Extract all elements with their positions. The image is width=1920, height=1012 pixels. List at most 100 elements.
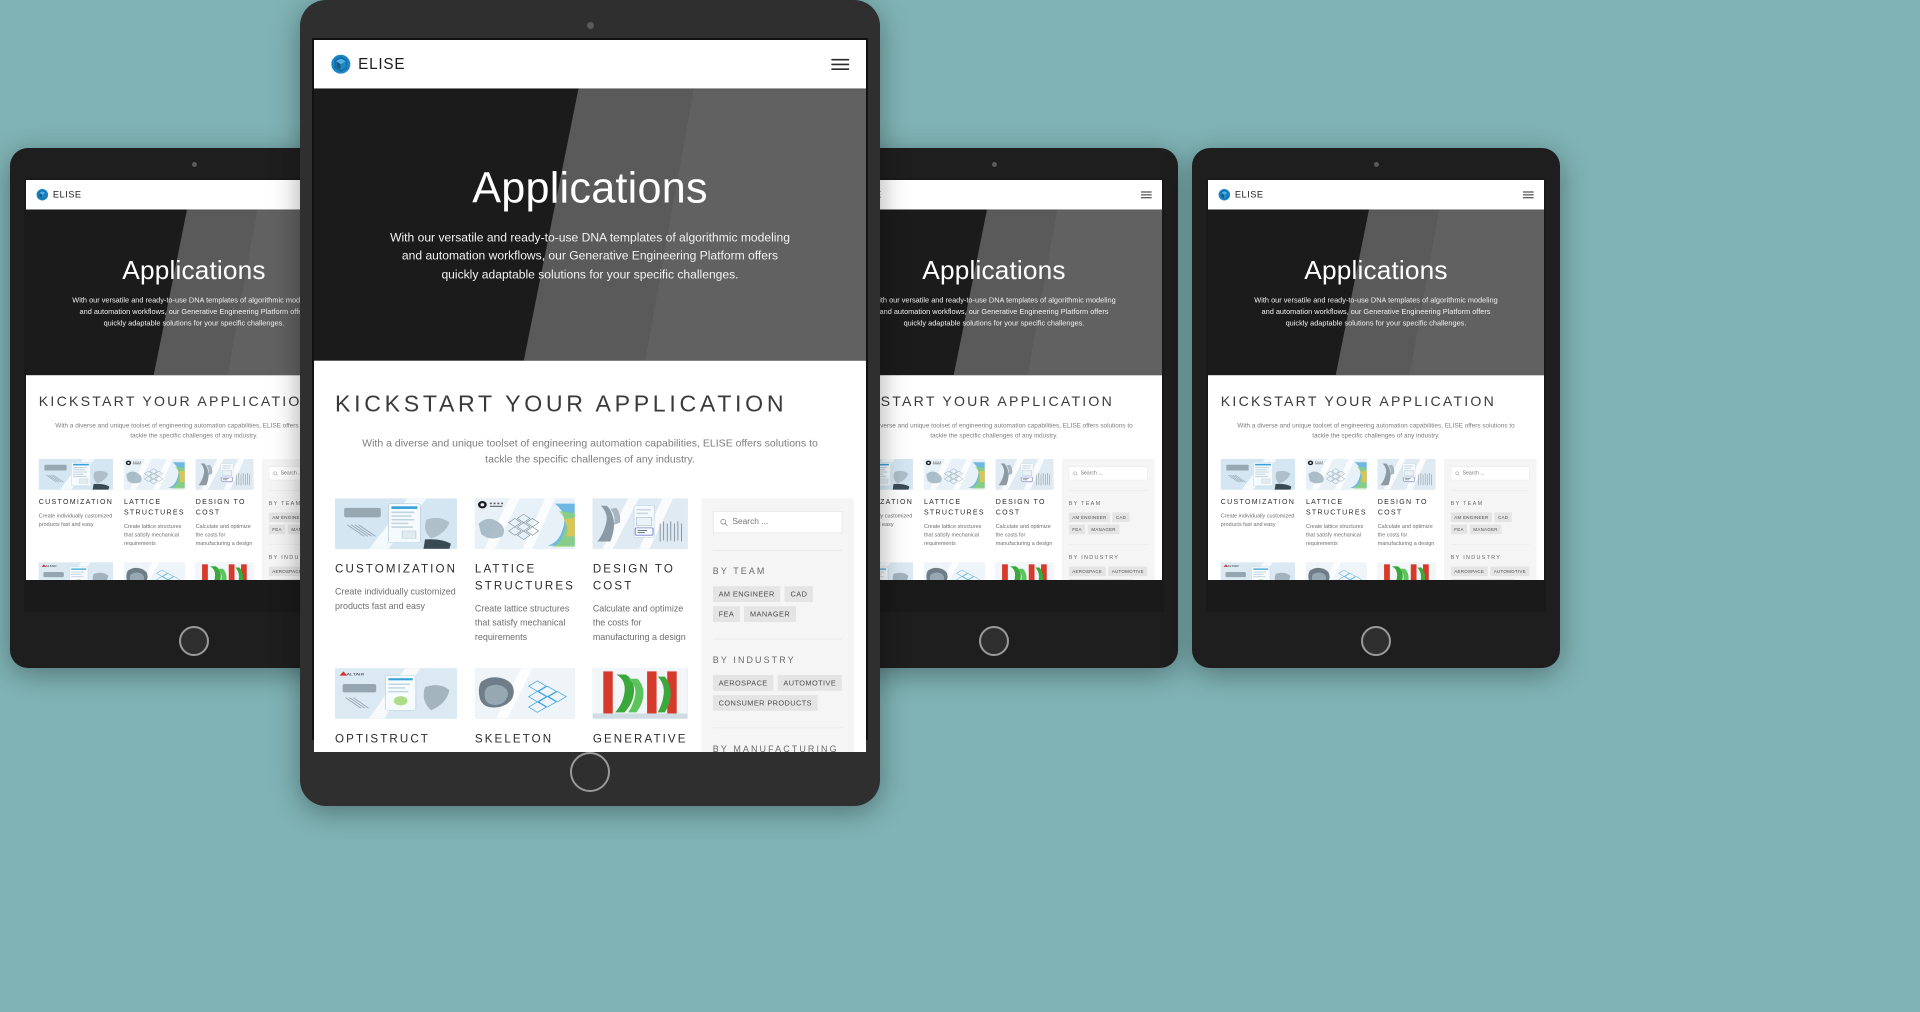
page-title: Applications — [922, 255, 1066, 285]
brand-logo-link[interactable]: ELISE — [1218, 188, 1263, 201]
divider — [712, 638, 843, 640]
application-card[interactable]: LATTICE STRUCTURES Create lattice struct… — [1305, 459, 1367, 548]
lattice-structures-thumbnail — [923, 459, 985, 490]
hamburger-menu-icon[interactable] — [1140, 189, 1152, 200]
card-title: DESIGN TO COST — [1377, 497, 1428, 516]
filter-tag[interactable]: MANAGER — [1087, 524, 1120, 535]
home-button[interactable] — [179, 626, 209, 656]
search-input[interactable] — [732, 517, 836, 527]
filter-tag[interactable]: AM ENGINEER — [1068, 512, 1110, 523]
filter-group-heading: BY TEAM — [1450, 500, 1484, 507]
filter-tag[interactable]: MANAGER — [1469, 524, 1502, 535]
filter-group-heading: BY INDUSTRY — [1450, 554, 1502, 561]
filter-tag[interactable]: AUTOMOTIVE — [777, 675, 842, 691]
search-input[interactable] — [1080, 470, 1144, 477]
design-to-cost-thumbnail — [1377, 459, 1436, 490]
search-box[interactable] — [712, 511, 843, 534]
application-card[interactable]: SKELETON — [923, 562, 985, 580]
card-description: Calculate and optimize the costs for man… — [195, 522, 253, 547]
application-card[interactable]: ALTAIR OPTISTRUCT — [38, 562, 114, 580]
filter-tag[interactable]: CAD — [784, 586, 814, 602]
application-card[interactable]: DESIGN TO COST Calculate and optimize th… — [995, 459, 1054, 548]
filter-group-heading: BY INDUSTRY — [712, 655, 796, 666]
application-card[interactable]: ALTAIR OPTISTRUCT — [1220, 562, 1296, 580]
filter-tag[interactable]: AEROSPACE — [712, 675, 774, 691]
filter-tag[interactable]: FEA — [1450, 524, 1468, 535]
application-card[interactable]: GENERATIVE — [195, 562, 254, 580]
home-button[interactable] — [1361, 626, 1391, 656]
card-title: SKELETON — [474, 732, 554, 746]
filter-tag-list-team: AM ENGINEER CAD FEA MANAGER — [1068, 512, 1148, 535]
home-button[interactable] — [979, 626, 1009, 656]
filter-tag[interactable]: AEROSPACE — [1450, 566, 1488, 577]
application-card[interactable]: DESIGN TO COST Calculate and optimize th… — [1377, 459, 1436, 548]
application-card[interactable]: GENERATIVE — [995, 562, 1054, 580]
application-card[interactable]: SKELETON — [123, 562, 185, 580]
application-card[interactable]: DESIGN TO COST Calculate and optimize th… — [592, 498, 688, 644]
svg-text:ALTAIR: ALTAIR — [346, 673, 365, 677]
filter-tag[interactable]: AUTOMOTIVE — [1108, 566, 1148, 577]
application-card[interactable]: SKELETON — [474, 668, 575, 752]
card-title: DESIGN TO COST — [195, 497, 246, 516]
filter-tag[interactable]: MANAGER — [744, 606, 796, 622]
filter-group-heading: BY MANUFACTURING TECHNIQUE — [712, 743, 839, 752]
application-card[interactable]: LATTICE STRUCTURES Create lattice struct… — [474, 498, 575, 644]
search-box[interactable] — [1450, 466, 1530, 481]
filter-tag[interactable]: FEA — [1068, 524, 1086, 535]
section-title: KICKSTART YOUR APPLICATION — [838, 393, 1115, 410]
filter-tag[interactable]: CAD — [1112, 512, 1130, 523]
filter-tag[interactable]: CONSUMER PRODUCTS — [712, 695, 818, 711]
brand-logo-link[interactable]: ELISE — [331, 54, 406, 74]
hero-subtitle: With our versatile and ready-to-use DNA … — [872, 295, 1116, 327]
hero-subtitle: With our versatile and ready-to-use DNA … — [72, 295, 316, 327]
application-card[interactable]: CUSTOMIZATION Create individually custom… — [38, 459, 114, 548]
card-description: Calculate and optimize the costs for man… — [995, 522, 1053, 547]
application-card[interactable]: GENERATIVE — [592, 668, 688, 752]
card-title: LATTICE STRUCTURES — [923, 497, 985, 516]
camera-dot — [587, 22, 594, 29]
site-navbar: ELISE — [1208, 180, 1544, 210]
application-card[interactable]: LATTICE STRUCTURES Create lattice struct… — [923, 459, 985, 548]
search-icon — [720, 518, 728, 526]
filter-tag[interactable]: FEA — [268, 524, 286, 535]
filter-tag[interactable]: AEROSPACE — [1068, 566, 1106, 577]
filter-tag[interactable]: CONSUMER PRODUCTS — [1450, 578, 1515, 580]
filter-group-heading: BY TEAM — [712, 566, 767, 577]
search-box[interactable] — [1068, 466, 1148, 481]
application-card[interactable]: LATTICE STRUCTURES Create lattice struct… — [123, 459, 185, 548]
section-description: With a diverse and unique toolset of eng… — [55, 421, 333, 439]
application-card-grid: CUSTOMIZATION Create individually custom… — [335, 498, 688, 752]
filter-tag[interactable]: FEA — [712, 606, 740, 622]
search-input[interactable] — [1462, 470, 1526, 477]
filter-tag[interactable]: AM ENGINEER — [712, 586, 781, 602]
application-card[interactable]: SKELETON — [1305, 562, 1367, 580]
filter-tag[interactable]: AUTOMOTIVE — [1490, 566, 1530, 577]
hero-subtitle: With our versatile and ready-to-use DNA … — [390, 230, 790, 282]
home-button[interactable] — [570, 752, 610, 792]
tablet-device-front: ELISE Applications With our versatile an… — [300, 0, 880, 806]
camera-dot — [992, 162, 997, 167]
elise-cube-logo-icon — [36, 188, 49, 201]
card-title: DESIGN TO COST — [995, 497, 1046, 516]
card-description: Create individually customized products … — [335, 586, 456, 611]
application-card[interactable]: ALTAIR OPTISTRUCT — [335, 668, 458, 752]
filter-tag[interactable]: CAD — [1494, 512, 1512, 523]
optistruct-thumbnail: ALTAIR — [335, 668, 458, 719]
elise-cube-logo-icon — [331, 54, 351, 74]
skeleton-thumbnail — [923, 562, 985, 580]
filter-tag[interactable]: AM ENGINEER — [1450, 512, 1492, 523]
application-card[interactable]: DESIGN TO COST Calculate and optimize th… — [195, 459, 254, 548]
application-card[interactable]: CUSTOMIZATION Create individually custom… — [1220, 459, 1296, 548]
brand-logo-link[interactable]: ELISE — [36, 188, 81, 201]
hamburger-menu-icon[interactable] — [1522, 189, 1534, 200]
skeleton-thumbnail — [1305, 562, 1367, 580]
hamburger-menu-icon[interactable] — [831, 56, 850, 73]
filter-tag[interactable]: CONSUMER PRODUCTS — [1068, 578, 1133, 580]
application-card[interactable]: CUSTOMIZATION Create individually custom… — [335, 498, 458, 644]
filter-sidebar: BY TEAM AM ENGINEER CAD FEA MANAGER BY I… — [701, 498, 854, 752]
section-description: With a diverse and unique toolset of eng… — [855, 421, 1133, 439]
hero-section: Applications With our versatile and read… — [1208, 209, 1544, 376]
site-navbar: ELISE — [314, 40, 866, 89]
search-icon — [1073, 471, 1078, 476]
application-card[interactable]: GENERATIVE — [1377, 562, 1436, 580]
